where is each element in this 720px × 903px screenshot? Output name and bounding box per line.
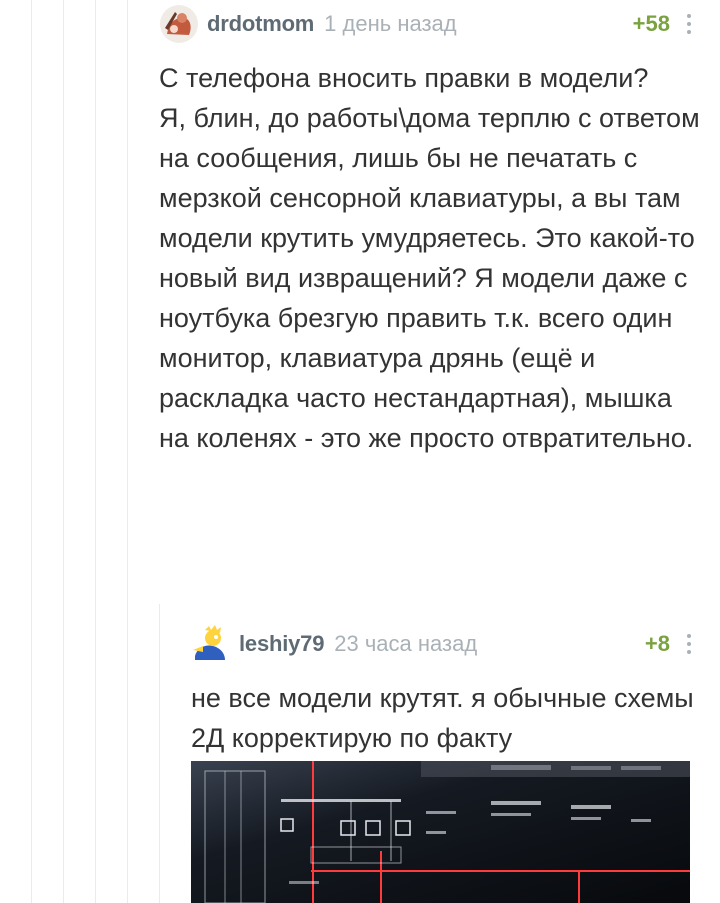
comment-rating: +8 xyxy=(644,631,670,656)
vertical-dots-icon[interactable] xyxy=(678,10,700,38)
thread-line xyxy=(159,604,160,903)
comment-text: не все модели крутят. я обычные схемы 2Д… xyxy=(191,683,702,753)
thread-line xyxy=(31,0,32,903)
author-name[interactable]: drdotmom xyxy=(207,11,314,37)
comment-text: С телефона вносить правки в модели? Я, б… xyxy=(159,63,700,453)
thread-line xyxy=(127,0,128,903)
thread-line xyxy=(95,0,96,903)
author-name[interactable]: leshiy79 xyxy=(239,631,324,657)
reply-comment: leshiy79 23 часа назад +8 не все модели … xyxy=(191,622,700,903)
comment-header: drdotmom 1 день назад +58 xyxy=(159,2,700,46)
comment-time[interactable]: 23 часа назад xyxy=(334,631,477,657)
thread-line xyxy=(63,0,64,903)
vertical-dots-icon[interactable] xyxy=(678,630,700,658)
comment-rating: +58 xyxy=(632,11,670,36)
cad-drawing-photo xyxy=(191,761,690,903)
comment-header: leshiy79 23 часа назад +8 xyxy=(191,622,700,666)
avatar[interactable] xyxy=(191,624,231,664)
comment-time[interactable]: 1 день назад xyxy=(324,11,456,37)
avatar[interactable] xyxy=(159,4,199,44)
comment: drdotmom 1 день назад +58 С телефона вно… xyxy=(159,2,700,592)
attached-image[interactable] xyxy=(191,761,690,903)
